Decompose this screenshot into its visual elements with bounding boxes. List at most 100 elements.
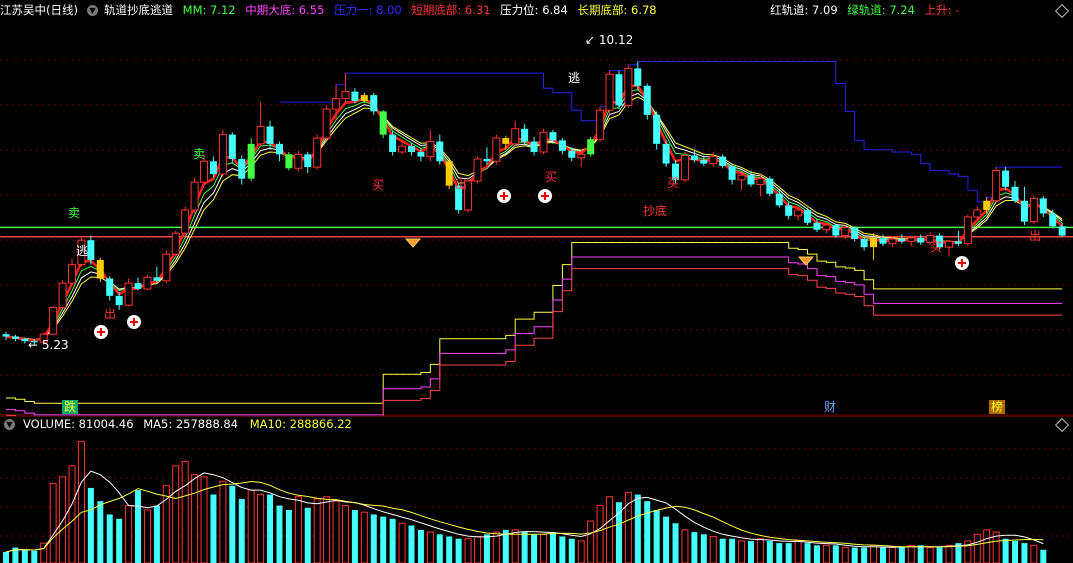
- candle-body: [766, 178, 774, 194]
- event-rank-label[interactable]: 榜: [989, 400, 1006, 414]
- candle-body: [322, 108, 331, 139]
- candle-body: [558, 140, 566, 151]
- volume-bar: [861, 547, 868, 563]
- candles: [2, 61, 1066, 346]
- candle-body: [700, 160, 708, 164]
- candle-body: [275, 143, 283, 155]
- mm-value: MM: 7.12: [182, 3, 236, 17]
- volume-bar: [531, 534, 538, 563]
- volume-value: VOLUME: 81004.46: [23, 417, 134, 431]
- candle-body: [530, 141, 538, 152]
- volume-bar: [389, 518, 396, 563]
- candle-body: [963, 216, 972, 245]
- candle-body: [351, 91, 359, 101]
- candle-body: [181, 209, 190, 234]
- volume-bar: [926, 547, 934, 563]
- volume-bar: [776, 543, 783, 563]
- candle-body: [106, 278, 114, 296]
- candle-body: [1011, 186, 1019, 201]
- volume-bar: [945, 544, 953, 563]
- volume-bar: [644, 501, 651, 563]
- volume-bar: [841, 547, 849, 563]
- event-wealth-label[interactable]: 财: [824, 400, 836, 414]
- signal-sell-label: 卖: [68, 206, 81, 220]
- candle-body: [1029, 197, 1038, 223]
- volume-bar: [360, 511, 368, 563]
- candle-body: [49, 307, 58, 335]
- candle-body: [143, 276, 152, 290]
- candle-body: [360, 95, 368, 101]
- candle-body: [379, 111, 387, 135]
- header-right: 红轨道: 7.09 绿轨道: 7.24 上升: -: [770, 0, 1073, 20]
- candle-body: [190, 181, 199, 211]
- candle-body: [162, 253, 171, 282]
- candle-body: [445, 161, 453, 186]
- candle-body: [228, 134, 236, 159]
- candle-body: [134, 283, 142, 289]
- candle-body: [96, 259, 104, 279]
- volume-bar: [135, 490, 142, 563]
- volume-bar: [709, 535, 717, 563]
- volume-bar: [483, 534, 490, 563]
- volume-bar: [49, 482, 57, 563]
- indicator-name[interactable]: 轨道抄底逃道: [104, 3, 173, 17]
- signal-markers: [94, 189, 969, 339]
- volume-bar: [898, 547, 905, 563]
- candle-body: [341, 91, 350, 100]
- volume-bar: [681, 529, 689, 563]
- volume-bar: [238, 498, 245, 563]
- candle-body: [238, 158, 246, 179]
- candle-body: [398, 145, 407, 153]
- volume-bar: [153, 505, 160, 563]
- stock-title[interactable]: 江苏吴中(日线): [0, 3, 78, 17]
- ma5-value: MA5: 257888.84: [143, 417, 239, 431]
- volume-bar: [21, 549, 28, 563]
- candle-body: [11, 336, 19, 339]
- volume-bar: [172, 465, 180, 563]
- volume-bar: [247, 489, 255, 563]
- volume-chart: [0, 416, 1073, 563]
- volume-bar: [380, 516, 387, 563]
- volume-bar: [125, 505, 133, 563]
- pressure-value: 压力位: 6.84: [500, 3, 568, 17]
- candle-body: [332, 98, 341, 110]
- candle-body: [153, 277, 161, 281]
- diamond-gem-icon: [404, 238, 422, 248]
- volume-bar: [1021, 543, 1028, 563]
- volume-bar: [426, 531, 434, 563]
- volume-bar: [663, 516, 670, 563]
- volume-bar: [143, 509, 151, 563]
- dropdown-icon[interactable]: ▼: [86, 5, 98, 16]
- candle-body: [521, 128, 529, 142]
- candle-body: [1039, 198, 1047, 214]
- volume-bar: [813, 545, 820, 563]
- candle-body: [785, 205, 793, 216]
- candle-body: [747, 175, 755, 185]
- price-high-label: ↙ 10.12: [585, 33, 634, 47]
- candle-body: [568, 150, 576, 158]
- volume-bar: [398, 522, 406, 563]
- candle-body: [511, 128, 520, 145]
- candle-body: [983, 200, 991, 211]
- volume-header: ▼ VOLUME: 81004.46 MA5: 257888.84 MA10: 2…: [0, 416, 1073, 432]
- volume-bar: [3, 551, 9, 563]
- candle-body: [370, 95, 378, 112]
- volume-bar: [77, 441, 85, 563]
- dropdown-icon[interactable]: ▼: [4, 419, 15, 430]
- candle-body: [888, 238, 897, 245]
- volume-bar: [653, 509, 660, 563]
- volume-bar: [1040, 549, 1047, 563]
- candle-body: [1002, 170, 1010, 187]
- candle-body: [426, 141, 435, 158]
- candle-body: [615, 74, 623, 106]
- volume-bar: [87, 487, 94, 563]
- candle-body: [605, 73, 614, 111]
- event-fall-label[interactable]: 跌: [62, 400, 79, 414]
- candle-body: [719, 156, 727, 166]
- candle-body: [483, 158, 491, 162]
- volume-bar: [719, 538, 726, 563]
- candle-body: [87, 240, 95, 260]
- candle-body: [728, 165, 736, 180]
- volume-bar: [408, 525, 415, 563]
- candle-body: [841, 226, 850, 237]
